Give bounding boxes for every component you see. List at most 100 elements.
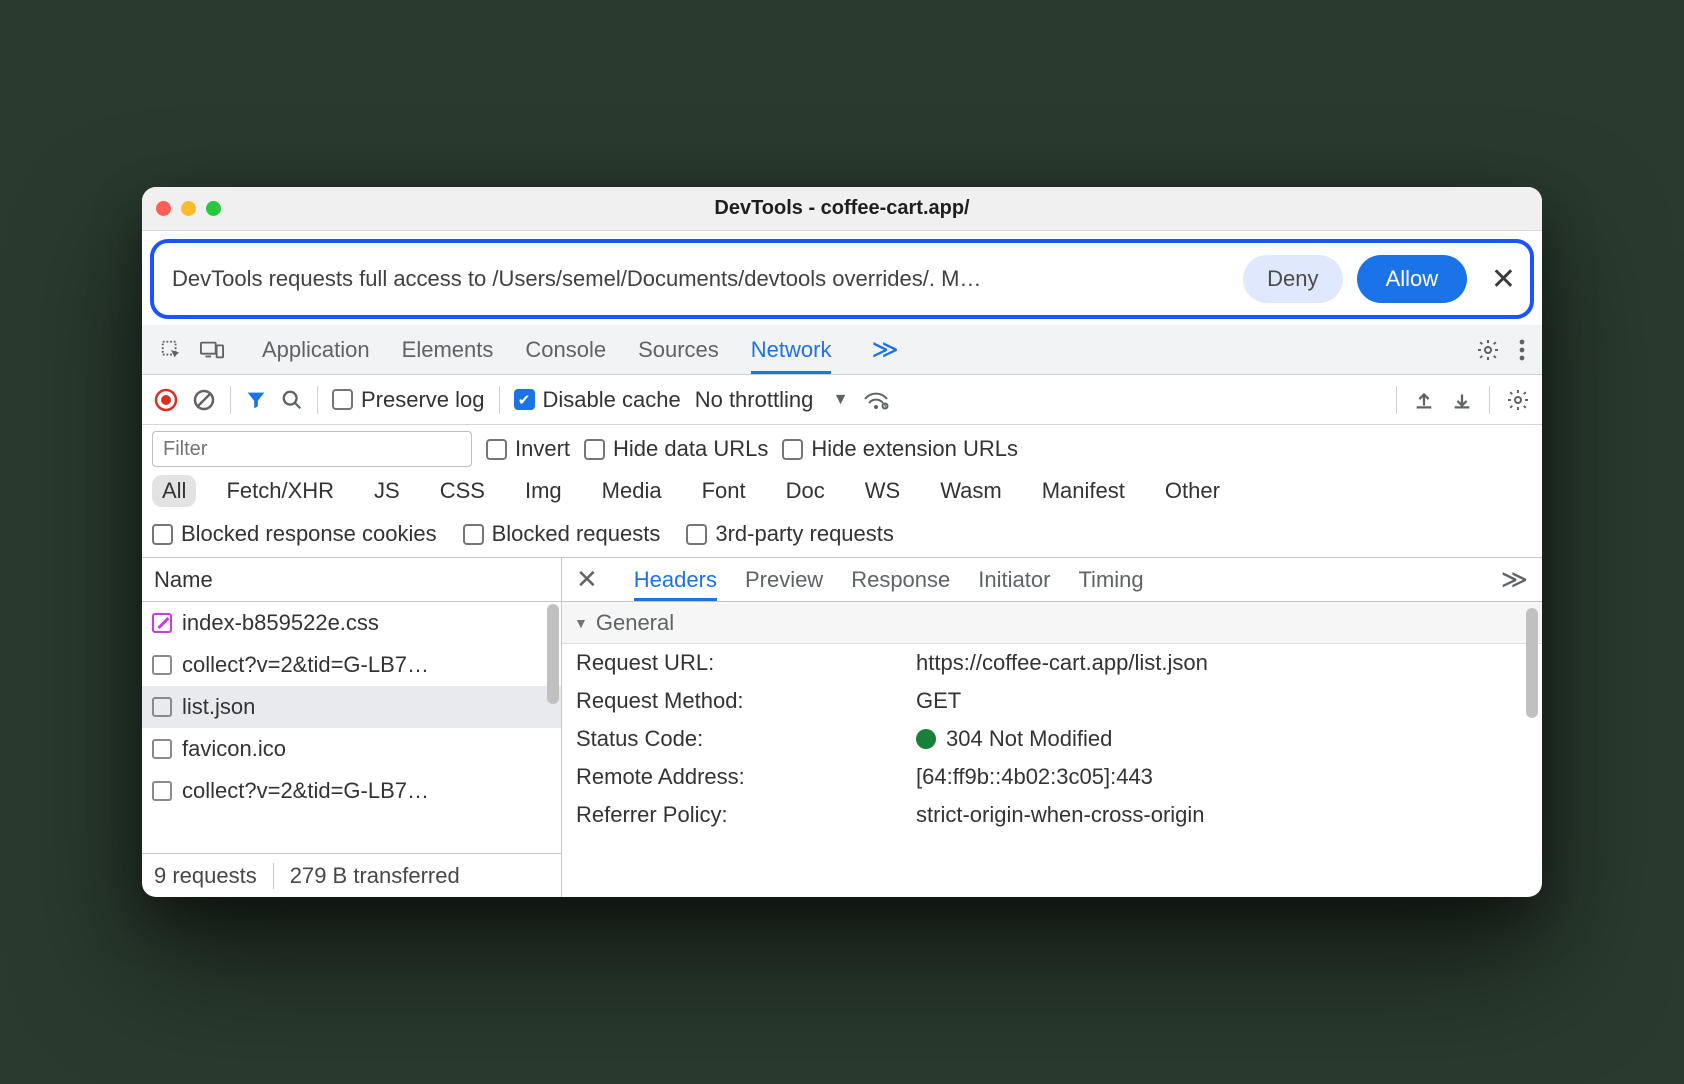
blocked-cookies-checkbox[interactable]: Blocked response cookies — [152, 521, 437, 547]
request-row[interactable]: collect?v=2&tid=G-LB7… — [142, 770, 561, 812]
request-row[interactable]: index-b859522e.css — [142, 602, 561, 644]
preserve-log-checkbox[interactable]: Preserve log — [332, 387, 485, 413]
allow-button[interactable]: Allow — [1357, 255, 1467, 303]
blocked-cookies-label: Blocked response cookies — [181, 521, 437, 547]
request-name: collect?v=2&tid=G-LB7… — [182, 778, 429, 804]
separator — [499, 386, 500, 414]
general-section-header[interactable]: ▼ General — [562, 602, 1542, 644]
tab-application[interactable]: Application — [262, 325, 370, 374]
resource-type-row: All Fetch/XHR JS CSS Img Media Font Doc … — [142, 471, 1542, 515]
type-img[interactable]: Img — [515, 475, 572, 507]
request-name: favicon.ico — [182, 736, 286, 762]
permission-bar: DevTools requests full access to /Users/… — [150, 239, 1534, 319]
file-type-icon — [152, 697, 172, 717]
status-dot-icon — [916, 729, 936, 749]
filter-icon[interactable] — [245, 389, 267, 411]
request-row[interactable]: list.json — [142, 686, 561, 728]
blocked-requests-label: Blocked requests — [492, 521, 661, 547]
close-details-icon[interactable]: ✕ — [568, 558, 606, 601]
download-har-icon[interactable] — [1451, 389, 1473, 411]
search-icon[interactable] — [281, 389, 303, 411]
type-other[interactable]: Other — [1155, 475, 1230, 507]
hide-data-urls-checkbox[interactable]: Hide data URLs — [584, 436, 768, 462]
tab-initiator[interactable]: Initiator — [978, 558, 1050, 601]
traffic-lights — [156, 201, 221, 216]
request-details: ✕ Headers Preview Response Initiator Tim… — [562, 558, 1542, 897]
more-menu-icon[interactable] — [1518, 338, 1526, 362]
details-scrollbar[interactable] — [1526, 608, 1538, 718]
request-list: index-b859522e.css collect?v=2&tid=G-LB7… — [142, 602, 561, 853]
request-list-footer: 9 requests 279 B transferred — [142, 853, 561, 897]
remote-address-value: [64:ff9b::4b02:3c05]:443 — [916, 764, 1153, 790]
clear-icon[interactable] — [192, 388, 216, 412]
kv-status-code: Status Code: 304 Not Modified — [562, 720, 1542, 758]
more-detail-tabs-icon[interactable]: ≫ — [1493, 558, 1536, 601]
general-label: General — [596, 610, 674, 636]
type-font[interactable]: Font — [692, 475, 756, 507]
minimize-window-button[interactable] — [181, 201, 196, 216]
disable-cache-checkbox[interactable]: ✔ Disable cache — [514, 387, 681, 413]
invert-label: Invert — [515, 436, 570, 462]
more-tabs-icon[interactable]: ≫ — [863, 325, 906, 374]
request-name: list.json — [182, 694, 255, 720]
tab-preview[interactable]: Preview — [745, 558, 823, 601]
status-code-value: 304 Not Modified — [946, 726, 1112, 752]
close-window-button[interactable] — [156, 201, 171, 216]
type-css[interactable]: CSS — [430, 475, 495, 507]
device-toggle-icon[interactable] — [200, 339, 224, 361]
close-permission-icon[interactable]: ✕ — [1481, 262, 1516, 297]
network-settings-icon[interactable] — [1506, 388, 1530, 412]
hide-extension-urls-checkbox[interactable]: Hide extension URLs — [782, 436, 1018, 462]
network-toolbar: Preserve log ✔ Disable cache No throttli… — [142, 375, 1542, 425]
request-row[interactable]: collect?v=2&tid=G-LB7… — [142, 644, 561, 686]
tab-timing[interactable]: Timing — [1078, 558, 1143, 601]
blocked-requests-checkbox[interactable]: Blocked requests — [463, 521, 661, 547]
record-button-icon[interactable] — [154, 388, 178, 412]
devtools-window: DevTools - coffee-cart.app/ DevTools req… — [142, 187, 1542, 897]
tab-sources[interactable]: Sources — [638, 325, 719, 374]
referrer-policy-value: strict-origin-when-cross-origin — [916, 802, 1205, 828]
type-fetch-xhr[interactable]: Fetch/XHR — [216, 475, 344, 507]
override-icon — [152, 613, 172, 633]
settings-icon[interactable] — [1476, 338, 1500, 362]
separator — [273, 863, 274, 889]
file-type-icon — [152, 655, 172, 675]
network-conditions-icon[interactable] — [863, 389, 889, 411]
status-code-key: Status Code: — [576, 726, 916, 752]
filter-input[interactable] — [152, 431, 472, 467]
throttling-select[interactable]: No throttling ▼ — [695, 387, 849, 413]
upload-har-icon[interactable] — [1413, 389, 1435, 411]
permission-bar-container: DevTools requests full access to /Users/… — [142, 231, 1542, 325]
type-ws[interactable]: WS — [855, 475, 910, 507]
file-type-icon — [152, 739, 172, 759]
tab-response[interactable]: Response — [851, 558, 950, 601]
type-wasm[interactable]: Wasm — [930, 475, 1012, 507]
network-toolbar-right — [1396, 386, 1530, 414]
file-type-icon — [152, 781, 172, 801]
separator — [1396, 386, 1397, 414]
third-party-label: 3rd-party requests — [715, 521, 894, 547]
kv-request-method: Request Method:GET — [562, 682, 1542, 720]
type-manifest[interactable]: Manifest — [1032, 475, 1135, 507]
name-column-header[interactable]: Name — [142, 558, 561, 602]
maximize-window-button[interactable] — [206, 201, 221, 216]
request-row[interactable]: favicon.ico — [142, 728, 561, 770]
request-list-scrollbar[interactable] — [547, 604, 559, 704]
remote-address-key: Remote Address: — [576, 764, 916, 790]
invert-checkbox[interactable]: Invert — [486, 436, 570, 462]
tab-network[interactable]: Network — [751, 325, 832, 374]
type-media[interactable]: Media — [592, 475, 672, 507]
third-party-checkbox[interactable]: 3rd-party requests — [686, 521, 894, 547]
tab-elements[interactable]: Elements — [402, 325, 494, 374]
network-body: Name index-b859522e.css collect?v=2&tid=… — [142, 557, 1542, 897]
tab-headers[interactable]: Headers — [634, 558, 717, 601]
type-all[interactable]: All — [152, 475, 196, 507]
type-js[interactable]: JS — [364, 475, 410, 507]
deny-button[interactable]: Deny — [1243, 255, 1343, 303]
separator — [1489, 386, 1490, 414]
collapse-triangle-icon: ▼ — [574, 615, 588, 631]
type-doc[interactable]: Doc — [776, 475, 835, 507]
inspect-element-icon[interactable] — [160, 339, 182, 361]
tab-console[interactable]: Console — [525, 325, 606, 374]
throttling-value: No throttling — [695, 387, 814, 413]
